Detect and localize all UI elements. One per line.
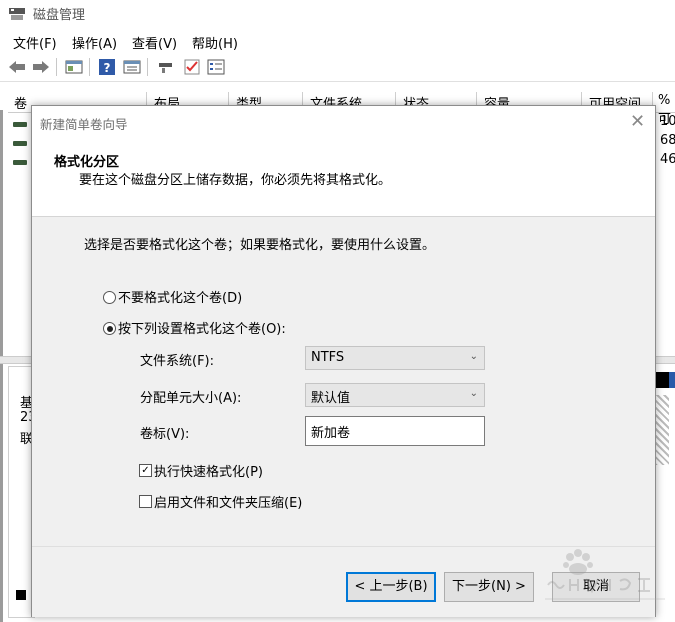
format-label[interactable]: 按下列设置格式化这个卷(O): bbox=[118, 318, 286, 337]
compression-checkbox[interactable] bbox=[139, 495, 152, 508]
percent-free-value: 100 bbox=[660, 114, 675, 129]
step-title: 格式化分区 bbox=[54, 155, 120, 170]
unallocated-area[interactable] bbox=[655, 395, 669, 465]
column-header[interactable]: 卷 bbox=[14, 93, 27, 112]
checklist-icon[interactable] bbox=[181, 56, 203, 78]
disk-management-icon bbox=[8, 6, 26, 22]
no-format-radio[interactable] bbox=[103, 291, 116, 304]
drive-icon bbox=[13, 160, 27, 165]
dialog-title: 新建简单卷向导 bbox=[40, 117, 128, 132]
dialog-footer: < 上一步(B) 下一步(N) > 取消 bbox=[32, 546, 655, 617]
format-radio[interactable] bbox=[103, 322, 116, 335]
volume-label-value: 新加卷 bbox=[311, 426, 351, 441]
toolbar: ? bbox=[0, 53, 675, 82]
properties-icon[interactable] bbox=[121, 56, 143, 78]
menu-help[interactable]: 帮助(H) bbox=[192, 33, 238, 52]
file-system-label: 文件系统(F): bbox=[140, 354, 215, 369]
app-title: 磁盘管理 bbox=[33, 8, 86, 23]
quick-format-checkbox[interactable]: ✓ bbox=[139, 464, 152, 477]
forward-arrow-icon[interactable] bbox=[30, 56, 52, 78]
file-system-value: NTFS bbox=[311, 350, 345, 365]
unallocated-bar bbox=[655, 372, 669, 388]
legend-unallocated-swatch bbox=[16, 590, 26, 600]
step-subtitle: 要在这个磁盘分区上储存数据，你必须先将其格式化。 bbox=[79, 173, 392, 188]
back-arrow-icon[interactable] bbox=[6, 56, 28, 78]
allocation-unit-select[interactable]: 默认值 ⌄ bbox=[305, 383, 485, 407]
percent-free-value: 46 bbox=[660, 152, 675, 167]
menubar: 文件(F) 操作(A) 查看(V) 帮助(H) bbox=[0, 30, 675, 52]
dialog-titlebar: 新建简单卷向导 ✕ bbox=[32, 106, 655, 138]
main-titlebar: 磁盘管理 bbox=[0, 0, 675, 28]
help-icon[interactable]: ? bbox=[96, 56, 118, 78]
quick-format-label[interactable]: 执行快速格式化(P) bbox=[154, 461, 263, 480]
back-button[interactable]: < 上一步(B) bbox=[346, 572, 436, 602]
volume-label-label: 卷标(V): bbox=[140, 427, 190, 442]
chevron-down-icon: ⌄ bbox=[469, 351, 478, 362]
new-simple-volume-wizard: 新建简单卷向导 ✕ 格式化分区 要在这个磁盘分区上储存数据，你必须先将其格式化。… bbox=[31, 105, 656, 617]
cancel-button[interactable]: 取消 bbox=[552, 572, 640, 602]
dialog-header: 格式化分区 要在这个磁盘分区上储存数据，你必须先将其格式化。 bbox=[32, 138, 655, 217]
close-icon[interactable]: ✕ bbox=[630, 111, 645, 132]
menu-file[interactable]: 文件(F) bbox=[13, 33, 57, 52]
chevron-down-icon: ⌄ bbox=[469, 388, 478, 399]
drive-icon bbox=[13, 141, 27, 146]
next-button[interactable]: 下一步(N) > bbox=[444, 572, 534, 602]
file-system-select[interactable]: NTFS ⌄ bbox=[305, 346, 485, 370]
volume-label-input[interactable]: 新加卷 bbox=[305, 416, 485, 446]
partition-bar bbox=[669, 372, 675, 388]
window-left-edge bbox=[0, 110, 3, 622]
allocation-unit-label: 分配单元大小(A): bbox=[140, 391, 242, 406]
connect-icon[interactable] bbox=[155, 56, 177, 78]
menu-view[interactable]: 查看(V) bbox=[132, 33, 177, 52]
console-tree-icon[interactable] bbox=[63, 56, 85, 78]
percent-free-value: 68 bbox=[660, 133, 675, 148]
drive-icon bbox=[13, 122, 27, 127]
list-view-icon[interactable] bbox=[205, 56, 227, 78]
no-format-label[interactable]: 不要格式化这个卷(D) bbox=[118, 287, 242, 306]
svg-text:?: ? bbox=[104, 61, 111, 75]
instruction-text: 选择是否要格式化这个卷；如果要格式化，要使用什么设置。 bbox=[84, 238, 436, 253]
compression-label[interactable]: 启用文件和文件夹压缩(E) bbox=[154, 492, 302, 511]
allocation-unit-value: 默认值 bbox=[311, 391, 351, 406]
menu-action[interactable]: 操作(A) bbox=[72, 33, 117, 52]
